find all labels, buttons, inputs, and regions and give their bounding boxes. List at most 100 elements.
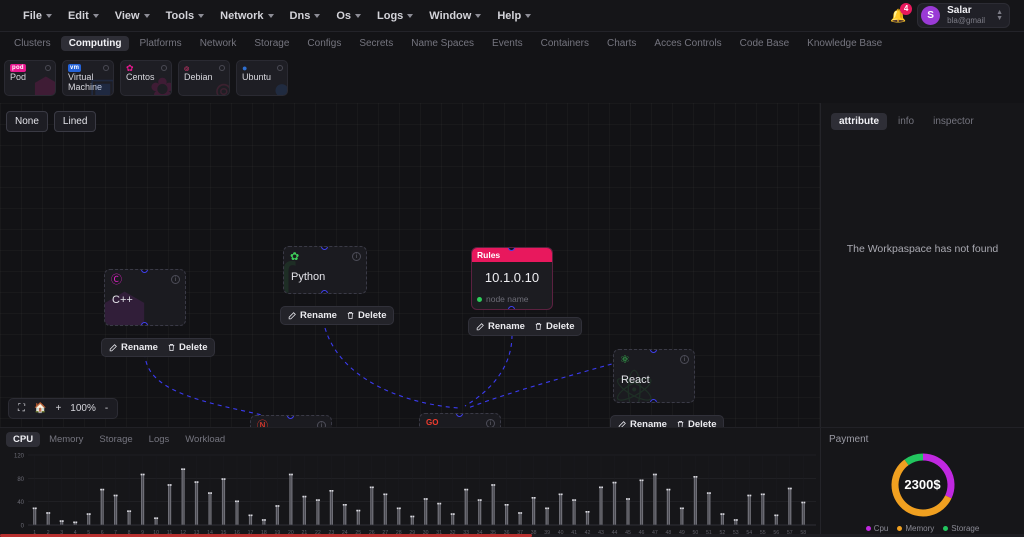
node-port-bottom[interactable]	[508, 306, 515, 309]
chip-toggle-dot[interactable]	[277, 65, 283, 71]
metric-tab-workload[interactable]: Workload	[178, 432, 232, 447]
nav-tab-storage[interactable]: Storage	[246, 36, 297, 51]
grid-mode-lined-button[interactable]: Lined	[53, 111, 97, 132]
delete-button[interactable]: Delete	[534, 321, 574, 332]
chip-toggle-dot[interactable]	[45, 65, 51, 71]
node-cpp-icon: Ⓒ	[111, 274, 122, 286]
node-info-icon[interactable]: i	[352, 252, 361, 261]
menu-item-network[interactable]: Network	[213, 6, 280, 26]
menu-item-file[interactable]: File	[16, 6, 59, 26]
node-info-icon[interactable]: i	[317, 421, 326, 427]
node-port-bottom[interactable]	[141, 322, 148, 325]
node-info-icon[interactable]: i	[171, 275, 180, 284]
graph-canvas[interactable]: NoneLined ⬢ⒸC++iRenameDeleteʃ✿PythoniRen…	[0, 103, 820, 427]
payment-donut-svg	[891, 453, 954, 516]
nav-tab-name-spaces[interactable]: Name Spaces	[403, 36, 482, 51]
node-port-top[interactable]	[287, 416, 294, 419]
node-nextjs[interactable]: ◗ⓃNextjsiRenameDelete	[250, 415, 332, 427]
menu-item-label: Window	[429, 9, 472, 22]
node-rules[interactable]: Rules 10.1.0.10 node name Rename Delete	[468, 247, 583, 336]
fullscreen-icon[interactable]: ⛶	[18, 403, 25, 414]
user-email: bla@gmail	[947, 15, 986, 25]
rename-label: Rename	[121, 342, 158, 353]
rename-button[interactable]: Rename	[288, 310, 337, 321]
attribute-panel-body: The Workpaspace has not found	[821, 130, 1024, 427]
menu-item-logs[interactable]: Logs	[370, 6, 420, 26]
menu-item-dns[interactable]: Dns	[283, 6, 328, 26]
chip-toggle-dot[interactable]	[161, 65, 167, 71]
node-port-top[interactable]	[141, 270, 148, 273]
menu-item-window[interactable]: Window	[422, 6, 488, 26]
metric-tab-cpu[interactable]: CPU	[6, 432, 41, 447]
rename-button[interactable]: Rename	[476, 321, 525, 332]
notification-badge: 4	[900, 2, 913, 15]
chip-pod[interactable]: podPod⬢	[4, 60, 56, 96]
nav-tab-acces-controls[interactable]: Acces Controls	[646, 36, 729, 51]
chevron-updown-icon: ▲ ▼	[996, 8, 1003, 22]
delete-button[interactable]: Delete	[346, 310, 387, 321]
chip-virtual-machine[interactable]: vmVirtual Machine▣	[62, 60, 114, 96]
chip-watermark-icon: ▣	[89, 75, 113, 96]
node-go[interactable]: ◎GOGoiRenameDelete	[419, 413, 501, 427]
svg-text:80: 80	[17, 477, 24, 483]
nav-tab-secrets[interactable]: Secrets	[351, 36, 401, 51]
node-python[interactable]: ʃ✿PythoniRenameDelete	[280, 246, 395, 325]
zoom-in-button[interactable]: +	[55, 403, 61, 414]
node-port-top[interactable]	[456, 414, 463, 417]
home-icon[interactable]: 🏠	[34, 403, 46, 414]
node-toolbar: Rename Delete	[468, 317, 583, 336]
chip-watermark-icon: ●	[273, 75, 287, 96]
menu-item-tools[interactable]: Tools	[159, 6, 212, 26]
nav-tab-clusters[interactable]: Clusters	[6, 36, 59, 51]
main-row: NoneLined ⬢ⒸC++iRenameDeleteʃ✿PythoniRen…	[0, 103, 1024, 427]
metric-tab-logs[interactable]: Logs	[142, 432, 177, 447]
menu-item-view[interactable]: View	[108, 6, 157, 26]
nav-tab-configs[interactable]: Configs	[299, 36, 349, 51]
node-info-icon[interactable]: i	[486, 419, 495, 427]
user-menu[interactable]: S Salar bla@gmail ▲ ▼	[917, 3, 1010, 28]
chip-ubuntu[interactable]: ●Ubuntu●	[236, 60, 288, 96]
nav-tab-code-base[interactable]: Code Base	[732, 36, 797, 51]
metric-tab-memory[interactable]: Memory	[42, 432, 90, 447]
nav-tab-platforms[interactable]: Platforms	[131, 36, 189, 51]
node-port-top[interactable]	[650, 350, 657, 353]
chip-debian[interactable]: ๏Debian๏	[178, 60, 230, 96]
panel-tab-attribute[interactable]: attribute	[831, 113, 887, 130]
panel-tab-inspector[interactable]: inspector	[925, 113, 982, 130]
chip-icon: ●	[242, 63, 282, 72]
zoom-out-button[interactable]: -	[105, 403, 108, 414]
node-cpp[interactable]: ⬢ Ⓒ C++ i Rename Delete	[101, 269, 216, 357]
node-port-top[interactable]	[321, 247, 328, 250]
menu-item-label: View	[114, 9, 140, 22]
menu-item-os[interactable]: Os	[329, 6, 368, 26]
menu-item-edit[interactable]: Edit	[61, 6, 106, 26]
menu-item-help[interactable]: Help	[490, 6, 538, 26]
nav-tab-events[interactable]: Events	[484, 36, 531, 51]
chip-centos[interactable]: ✿Centos✿	[120, 60, 172, 96]
rename-label: Rename	[630, 419, 667, 427]
grid-mode-none-button[interactable]: None	[6, 111, 48, 132]
chip-toggle-dot[interactable]	[219, 65, 225, 71]
notifications-button[interactable]: 🔔 4	[889, 2, 913, 25]
node-info-icon[interactable]: i	[680, 355, 689, 364]
chip-watermark-icon: ๏	[215, 75, 229, 96]
nav-tab-charts[interactable]: Charts	[599, 36, 644, 51]
menu-item-label: Network	[220, 9, 264, 22]
node-react[interactable]: ⚛ ⚛ React i Rename Delete	[610, 349, 725, 427]
rename-button[interactable]: Rename	[618, 419, 667, 427]
node-port-bottom[interactable]	[650, 399, 657, 402]
nav-tab-containers[interactable]: Containers	[533, 36, 597, 51]
node-label: C++	[112, 294, 133, 306]
panel-tab-info[interactable]: info	[890, 113, 922, 130]
delete-button[interactable]: Delete	[167, 342, 207, 353]
rename-label: Rename	[488, 321, 525, 332]
nav-tab-network[interactable]: Network	[192, 36, 245, 51]
nav-tab-computing[interactable]: Computing	[60, 35, 130, 51]
node-port-bottom[interactable]	[321, 290, 328, 293]
metric-tab-storage[interactable]: Storage	[92, 432, 139, 447]
nav-tab-knowledge-base[interactable]: Knowledge Base	[799, 36, 890, 51]
rename-button[interactable]: Rename	[109, 342, 158, 353]
delete-button[interactable]: Delete	[676, 419, 716, 427]
delete-label: Delete	[357, 310, 387, 321]
chip-toggle-dot[interactable]	[103, 65, 109, 71]
